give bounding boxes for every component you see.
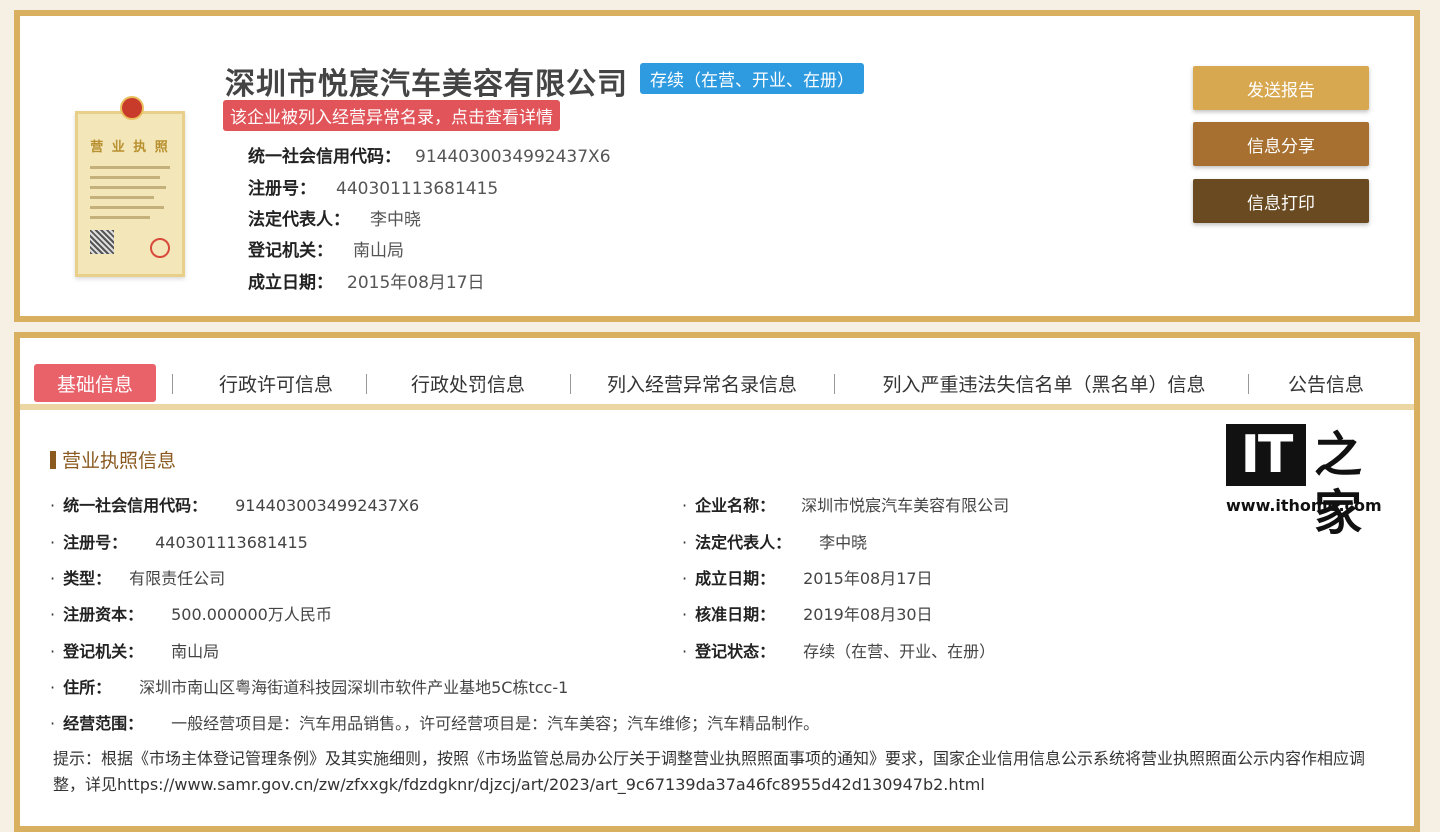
license-line bbox=[90, 216, 150, 219]
print-info-button[interactable]: 信息打印 bbox=[1193, 179, 1369, 223]
field-reg-no: · 注册号： 440301113681415 bbox=[50, 533, 308, 552]
tab-admin-license[interactable]: 行政许可信息 bbox=[196, 364, 356, 402]
ithome-watermark: IT 之家 www.ithome.com bbox=[1226, 424, 1388, 541]
summary-legal-rep: 法定代表人： 李中晓 bbox=[248, 210, 421, 230]
details-card: 基础信息 行政许可信息 行政处罚信息 列入经营异常名录信息 列入严重违法失信名单… bbox=[14, 332, 1420, 832]
national-emblem-icon bbox=[120, 96, 144, 120]
tab-separator bbox=[366, 374, 367, 394]
tab-announcements[interactable]: 公告信息 bbox=[1278, 364, 1374, 402]
tab-admin-penalty[interactable]: 行政处罚信息 bbox=[390, 364, 546, 402]
field-business-scope: · 经营范围： 一般经营项目是：汽车用品销售。，许可经营项目是：汽车美容；汽车维修；… bbox=[50, 714, 820, 733]
license-line bbox=[90, 166, 170, 169]
field-legal-rep: · 法定代表人： 李中晓 bbox=[682, 533, 868, 552]
license-title: 营 业 执 照 bbox=[90, 140, 170, 155]
field-capital: · 注册资本： 500.000000万人民币 bbox=[50, 605, 332, 624]
section-title: 营业执照信息 bbox=[50, 446, 176, 473]
field-authority: · 登记机关： 南山局 bbox=[50, 642, 220, 661]
field-type: · 类型： 有限责任公司 bbox=[50, 569, 226, 588]
ithome-url: www.ithome.com bbox=[1226, 496, 1382, 515]
field-approved: · 核准日期： 2019年08月30日 bbox=[682, 605, 933, 624]
info-tabs: 基础信息 行政许可信息 行政处罚信息 列入经营异常名录信息 列入严重违法失信名单… bbox=[20, 352, 1414, 410]
ithome-logo-icon: IT bbox=[1226, 424, 1306, 486]
tab-blacklist[interactable]: 列入严重违法失信名单（黑名单）信息 bbox=[866, 364, 1222, 402]
summary-credit-code: 统一社会信用代码： 9144030034992437X6 bbox=[248, 147, 611, 167]
abnormal-list-alert[interactable]: 该企业被列入经营异常名录，点击查看详情 bbox=[223, 100, 560, 131]
share-info-button[interactable]: 信息分享 bbox=[1193, 122, 1369, 166]
license-line bbox=[90, 206, 164, 209]
company-name: 深圳市悦宸汽车美容有限公司 bbox=[225, 67, 628, 102]
summary-established: 成立日期： 2015年08月17日 bbox=[248, 273, 485, 293]
tab-separator bbox=[1248, 374, 1249, 394]
tab-separator bbox=[172, 374, 173, 394]
summary-reg-no: 注册号： 440301113681415 bbox=[248, 179, 499, 199]
tab-abnormal-list[interactable]: 列入经营异常名录信息 bbox=[590, 364, 814, 402]
license-line bbox=[90, 176, 160, 179]
send-report-button[interactable]: 发送报告 bbox=[1193, 66, 1369, 110]
tab-separator bbox=[834, 374, 835, 394]
business-license-thumbnail[interactable]: 营 业 执 照 bbox=[75, 96, 185, 277]
license-line bbox=[90, 196, 154, 199]
section-marker bbox=[50, 450, 56, 469]
tab-separator bbox=[570, 374, 571, 394]
qr-code-icon bbox=[90, 230, 114, 254]
field-reg-status: · 登记状态： 存续（在营、开业、在册） bbox=[682, 642, 996, 661]
license-line bbox=[90, 186, 166, 189]
summary-authority: 登记机关： 南山局 bbox=[248, 241, 404, 261]
field-credit-code: · 统一社会信用代码： 9144030034992437X6 bbox=[50, 496, 420, 515]
tab-basic-info[interactable]: 基础信息 bbox=[34, 364, 156, 402]
ithome-logo-text: 之家 bbox=[1314, 427, 1363, 541]
field-company-name: · 企业名称： 深圳市悦宸汽车美容有限公司 bbox=[682, 496, 1010, 515]
field-address: · 住所： 深圳市南山区粤海街道科技园深圳市软件产业基地5C栋tcc-1 bbox=[50, 678, 569, 697]
field-established: · 成立日期： 2015年08月17日 bbox=[682, 569, 933, 588]
official-seal-icon bbox=[150, 238, 170, 258]
company-header-card: 营 业 执 照 深圳市悦宸汽车美容有限公司 存续（在营、开业、在册） 该企业被列… bbox=[14, 10, 1420, 322]
regulation-notice: 提示：根据《市场主体登记管理条例》及其实施细则，按照《市场监管总局办公厅关于调整… bbox=[53, 749, 1366, 794]
status-badge: 存续（在营、开业、在册） bbox=[640, 63, 864, 94]
